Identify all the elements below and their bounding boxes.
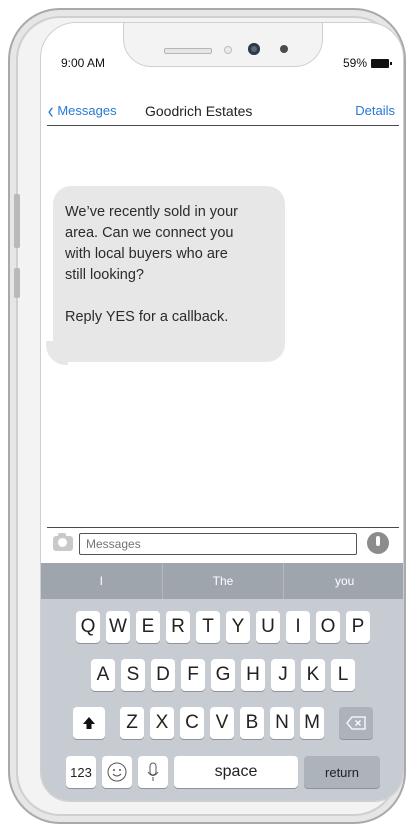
volume-up-button	[14, 194, 20, 248]
dictation-icon[interactable]	[138, 756, 168, 788]
return-key[interactable]: return	[304, 756, 380, 788]
details-button[interactable]: Details	[355, 103, 395, 118]
key-y[interactable]: Y	[226, 611, 250, 643]
key-m[interactable]: M	[300, 707, 324, 739]
chevron-left-icon: ‹	[47, 97, 54, 123]
key-a[interactable]: A	[91, 659, 115, 691]
key-q[interactable]: Q	[76, 611, 100, 643]
front-camera-icon	[248, 43, 260, 55]
status-time: 9:00 AM	[61, 56, 106, 70]
battery-percent: 59%	[342, 56, 367, 70]
key-u[interactable]: U	[256, 611, 280, 643]
message-line: still looking?	[65, 267, 144, 283]
back-label: Messages	[57, 103, 117, 118]
screen: 9:00 AM 59% ‹ Messages Goodrich Estates …	[40, 22, 404, 802]
key-row-3: Z X C V B N M	[41, 707, 403, 739]
suggestion-item[interactable]: I	[41, 563, 163, 599]
backspace-icon[interactable]	[339, 707, 373, 739]
key-b[interactable]: B	[240, 707, 264, 739]
speaker-icon	[164, 48, 212, 54]
phone-frame: 9:00 AM 59% ‹ Messages Goodrich Estates …	[8, 8, 406, 824]
key-h[interactable]: H	[241, 659, 265, 691]
composer-divider	[47, 527, 399, 528]
key-s[interactable]: S	[121, 659, 145, 691]
key-x[interactable]: X	[150, 707, 174, 739]
message-line: area. Can we connect you	[65, 225, 234, 241]
key-k[interactable]: K	[301, 659, 325, 691]
message-line: We’ve recently sold in your	[65, 204, 239, 220]
key-row-1: Q W E R T Y U I O P	[41, 611, 403, 643]
key-f[interactable]: F	[181, 659, 205, 691]
notch	[123, 23, 323, 67]
numbers-key[interactable]: 123	[66, 756, 96, 788]
nav-bar: ‹ Messages Goodrich Estates Details	[41, 97, 403, 125]
nav-divider	[47, 125, 399, 126]
camera-icon[interactable]	[53, 533, 73, 551]
key-c[interactable]: C	[180, 707, 204, 739]
message-line: with local buyers who are	[65, 246, 228, 262]
key-r[interactable]: R	[166, 611, 190, 643]
key-p[interactable]: P	[346, 611, 370, 643]
incoming-message-bubble: We’ve recently sold in your area. Can we…	[53, 186, 285, 362]
key-t[interactable]: T	[196, 611, 220, 643]
message-footer: Reply YES for a callback.	[65, 309, 229, 325]
key-w[interactable]: W	[106, 611, 130, 643]
key-n[interactable]: N	[270, 707, 294, 739]
key-i[interactable]: I	[286, 611, 310, 643]
key-e[interactable]: E	[136, 611, 160, 643]
suggestion-item[interactable]: The	[163, 563, 285, 599]
space-key[interactable]: space	[174, 756, 298, 788]
battery-icon	[371, 58, 392, 68]
key-row-4: 123 space return	[41, 756, 403, 788]
key-v[interactable]: V	[210, 707, 234, 739]
sensor-icon	[224, 46, 232, 54]
volume-down-button	[14, 268, 20, 298]
key-z[interactable]: Z	[120, 707, 144, 739]
key-o[interactable]: O	[316, 611, 340, 643]
status-battery: 59%	[342, 56, 392, 70]
keyboard: I The you Q W E R T Y U I O P A S D F G …	[41, 563, 403, 801]
conversation-title: Goodrich Estates	[145, 103, 253, 119]
suggestion-item[interactable]: you	[284, 563, 403, 599]
emoji-icon[interactable]	[102, 756, 132, 788]
back-button[interactable]: ‹ Messages	[47, 97, 117, 123]
message-input[interactable]	[79, 533, 357, 555]
key-g[interactable]: G	[211, 659, 235, 691]
microphone-icon[interactable]	[367, 532, 389, 554]
key-row-2: A S D F G H J K L	[41, 659, 403, 691]
suggestion-bar: I The you	[41, 563, 403, 599]
key-d[interactable]: D	[151, 659, 175, 691]
shift-icon[interactable]	[73, 707, 105, 739]
proximity-sensor-icon	[280, 45, 288, 53]
key-l[interactable]: L	[331, 659, 355, 691]
key-j[interactable]: J	[271, 659, 295, 691]
